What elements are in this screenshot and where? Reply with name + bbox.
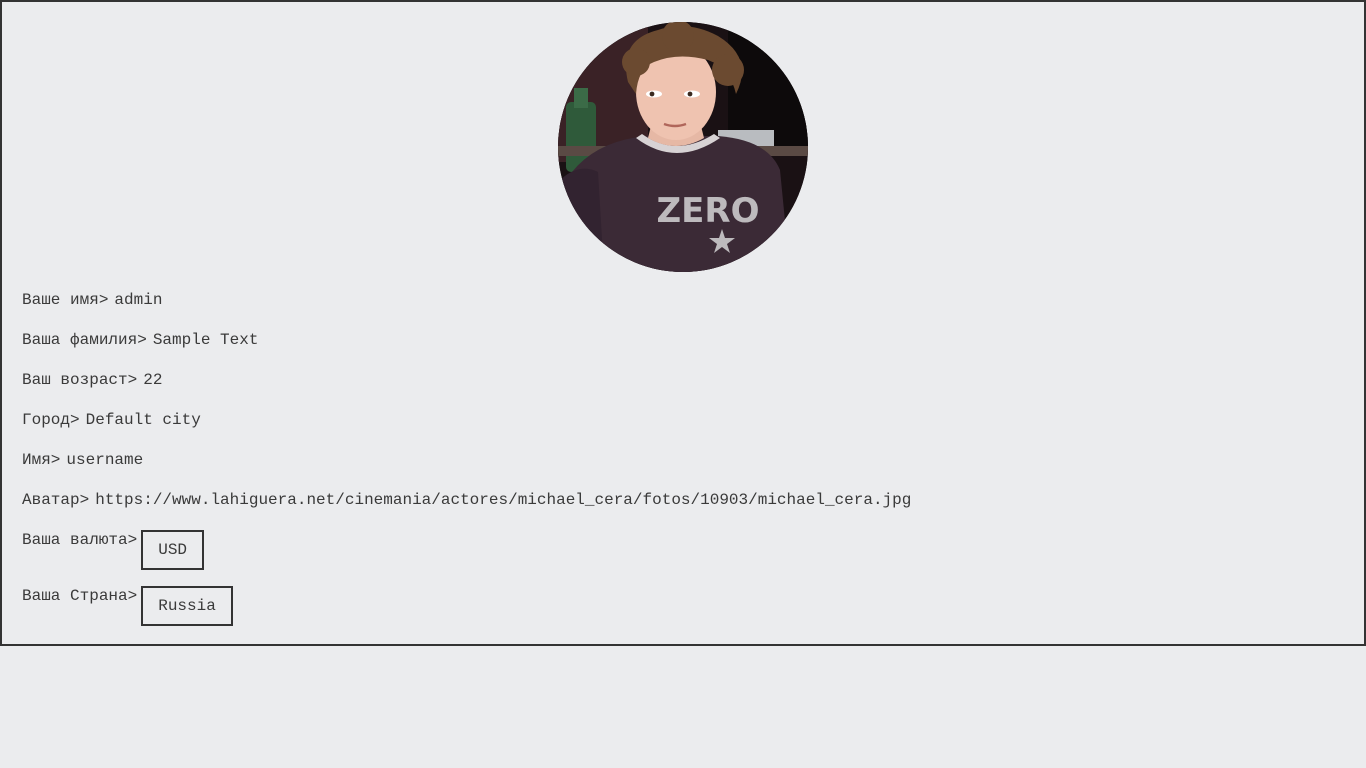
country-select[interactable]: Russia	[141, 586, 233, 626]
age-value: 22	[143, 371, 163, 389]
city-label: Город>	[22, 411, 80, 429]
last-name-row: Ваша фамилия> Sample Text	[22, 330, 258, 350]
age-label: Ваш возраст>	[22, 371, 138, 389]
avatar-url-label: Аватар>	[22, 491, 90, 509]
city-value: Default city	[85, 411, 201, 429]
currency-label: Ваша валюта>	[22, 531, 138, 549]
country-label: Ваша Страна>	[22, 587, 138, 605]
country-row: Ваша Страна>Russia	[22, 586, 233, 626]
avatar-url-row: Аватар> https://www.lahiguera.net/cineman…	[22, 490, 911, 510]
first-name-value: admin	[114, 291, 163, 309]
svg-text:ZERO: ZERO	[657, 191, 760, 231]
username-label: Имя>	[22, 451, 61, 469]
avatar: ZERO	[558, 22, 808, 272]
first-name-label: Ваше имя>	[22, 291, 109, 309]
last-name-label: Ваша фамилия>	[22, 331, 147, 349]
currency-row: Ваша валюта>USD	[22, 530, 205, 570]
avatar-url-value: https://www.lahiguera.net/cinemania/acto…	[95, 491, 912, 509]
username-row: Имя> username	[22, 450, 143, 470]
currency-select[interactable]: USD	[141, 530, 205, 570]
profile-card: ZERO Ваше имя> admin Ваша фамилия> Sample …	[0, 0, 1366, 646]
last-name-value: Sample Text	[152, 331, 259, 349]
first-name-row: Ваше имя> admin	[22, 290, 162, 310]
username-value: username	[66, 451, 144, 469]
age-row: Ваш возраст> 22	[22, 370, 162, 390]
avatar-photo: ZERO	[558, 22, 808, 272]
city-row: Город> Default city	[22, 410, 201, 430]
